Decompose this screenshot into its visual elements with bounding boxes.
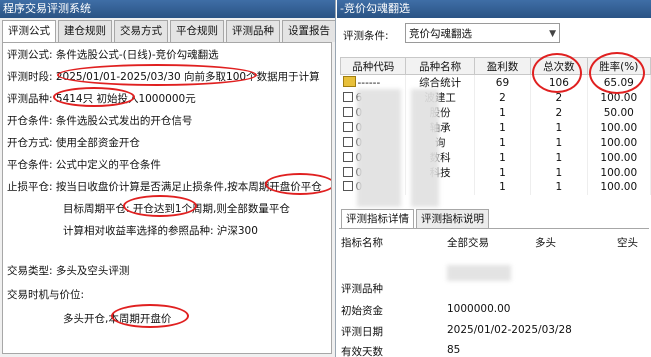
col-wins[interactable]: 盈利数 <box>473 57 532 75</box>
tab-report[interactable]: 设置报告 <box>282 20 335 42</box>
checkbox-icon[interactable] <box>342 151 353 162</box>
condition-select[interactable]: 竞价勾魂翻选 ▼ <box>405 23 560 43</box>
trade-type-line: 交易类型: 多头及空头评测 <box>7 265 130 277</box>
row-wins: 1 <box>474 105 532 120</box>
row-wins: 1 <box>474 120 532 135</box>
condition-label: 评测条件: <box>343 30 389 42</box>
results-title: -竞价勾魂翻选 <box>337 0 651 18</box>
col-name[interactable]: 品种名称 <box>405 57 475 75</box>
row-total: 1 <box>530 120 588 135</box>
condition-value: 竞价勾魂翻选 <box>409 28 472 40</box>
metric-header-all: 全部交易 <box>447 237 489 249</box>
chevron-down-icon: ▼ <box>549 29 556 39</box>
benchmark-line: 计算相对收益率选择的参照品种: 沪深300 <box>63 225 258 237</box>
metric-row-date: 评测日期 2025/01/02-2025/03/28 <box>341 324 572 339</box>
metric-name: 评测品种 <box>341 283 383 295</box>
checkbox-icon[interactable] <box>342 106 353 117</box>
col-code[interactable]: 品种代码 <box>339 57 407 75</box>
row-rate: 100.00 <box>587 135 651 150</box>
formula-line: 评测公式: 条件选股公式-(日线)-竞价勾魂翻选 <box>7 49 219 61</box>
tab-metric-details[interactable]: 评测指标详情 <box>341 209 414 228</box>
row-wins: 69 <box>474 74 532 90</box>
open-mode-line: 开仓方式: 使用全部资金开仓 <box>7 137 140 149</box>
row-wins: 1 <box>474 150 532 165</box>
tab-varieties[interactable]: 评测品种 <box>226 20 280 42</box>
row-name: 综合统计 <box>405 74 475 90</box>
row-wins: 1 <box>474 135 532 150</box>
checkbox-icon[interactable] <box>342 136 353 147</box>
variety-label: 评测品种: <box>7 93 53 105</box>
redacted-variety <box>447 265 511 281</box>
annotation-circle <box>265 173 331 195</box>
evaluation-settings-window: 程序交易评测系统 评测公式 建仓规则 交易方式 平仓规则 评测品种 设置报告 评… <box>0 0 336 357</box>
metric-header-long: 多头 <box>535 237 556 249</box>
metrics-panel: 指标名称 全部交易 多头 空头 评测品种 初始资金 1000000.00 评测日… <box>339 228 649 357</box>
redacted-codes <box>357 89 401 207</box>
row-total: 2 <box>530 105 588 120</box>
metric-header-name: 指标名称 <box>341 237 383 249</box>
row-total: 1 <box>530 180 588 195</box>
metric-name: 初始资金 <box>341 305 383 317</box>
metric-value: 2025/01/02-2025/03/28 <box>447 324 572 336</box>
tab-trade-mode[interactable]: 交易方式 <box>114 20 168 42</box>
settings-tabs: 评测公式 建仓规则 交易方式 平仓规则 评测品种 设置报告 <box>2 20 335 43</box>
metric-row-days: 有效天数 85 <box>341 344 460 357</box>
tab-metric-description[interactable]: 评测指标说明 <box>416 209 489 228</box>
annotation-circle <box>53 87 135 107</box>
metric-value: 85 <box>447 344 461 356</box>
summary-icon <box>342 76 356 87</box>
checkbox-icon[interactable] <box>342 181 353 192</box>
metric-name: 评测日期 <box>341 326 383 338</box>
metric-name: 有效天数 <box>341 346 383 357</box>
annotation-circle <box>589 52 645 94</box>
row-total: 1 <box>530 135 588 150</box>
checkbox-icon[interactable] <box>342 91 353 102</box>
metric-row-capital: 初始资金 1000000.00 <box>341 303 510 318</box>
row-rate: 100.00 <box>587 150 651 165</box>
row-wins: 1 <box>474 180 532 195</box>
checkbox-icon[interactable] <box>342 166 353 177</box>
row-rate: 100.00 <box>587 120 651 135</box>
close-condition-line: 平仓条件: 公式中定义的平仓条件 <box>7 159 161 171</box>
row-total: 1 <box>530 150 588 165</box>
row-rate: 50.00 <box>587 105 651 120</box>
open-condition-line: 开仓条件: 条件选股公式发出的开仓信号 <box>7 115 193 127</box>
annotation-circle <box>123 195 197 217</box>
tab-formula[interactable]: 评测公式 <box>2 20 56 43</box>
annotation-circle <box>57 64 257 86</box>
row-wins: 1 <box>474 165 532 180</box>
metric-value: 1000000.00 <box>447 303 511 315</box>
redacted-names <box>411 89 439 207</box>
metric-row-variety: 评测品种 <box>341 281 383 296</box>
condition-row: 评测条件: 竞价勾魂翻选 ▼ <box>343 23 560 43</box>
row-rate: 100.00 <box>587 165 651 180</box>
row-rate: 100.00 <box>587 180 651 195</box>
annotation-circle <box>111 304 189 328</box>
checkbox-icon[interactable] <box>342 121 353 132</box>
evaluation-results-window: -竞价勾魂翻选 评测条件: 竞价勾魂翻选 ▼ 品种代码 品种名称 盈利数 总次数… <box>337 0 651 357</box>
annotation-circle <box>532 53 582 93</box>
detail-tabs: 评测指标详情 评测指标说明 <box>341 209 491 228</box>
trade-timing-line: 交易时机与价位: <box>7 289 85 301</box>
tab-close-rules[interactable]: 平仓规则 <box>170 20 224 42</box>
window-title: 程序交易评测系统 <box>0 0 335 18</box>
row-wins: 2 <box>474 90 532 105</box>
tab-build-rules[interactable]: 建仓规则 <box>58 20 112 42</box>
metric-header-short: 空头 <box>617 237 638 249</box>
report-content: 评测公式: 条件选股公式-(日线)-竞价勾魂翻选 评测时段: 2025/01/0… <box>2 42 332 354</box>
row-code: ------ <box>357 77 381 89</box>
row-total: 1 <box>530 165 588 180</box>
